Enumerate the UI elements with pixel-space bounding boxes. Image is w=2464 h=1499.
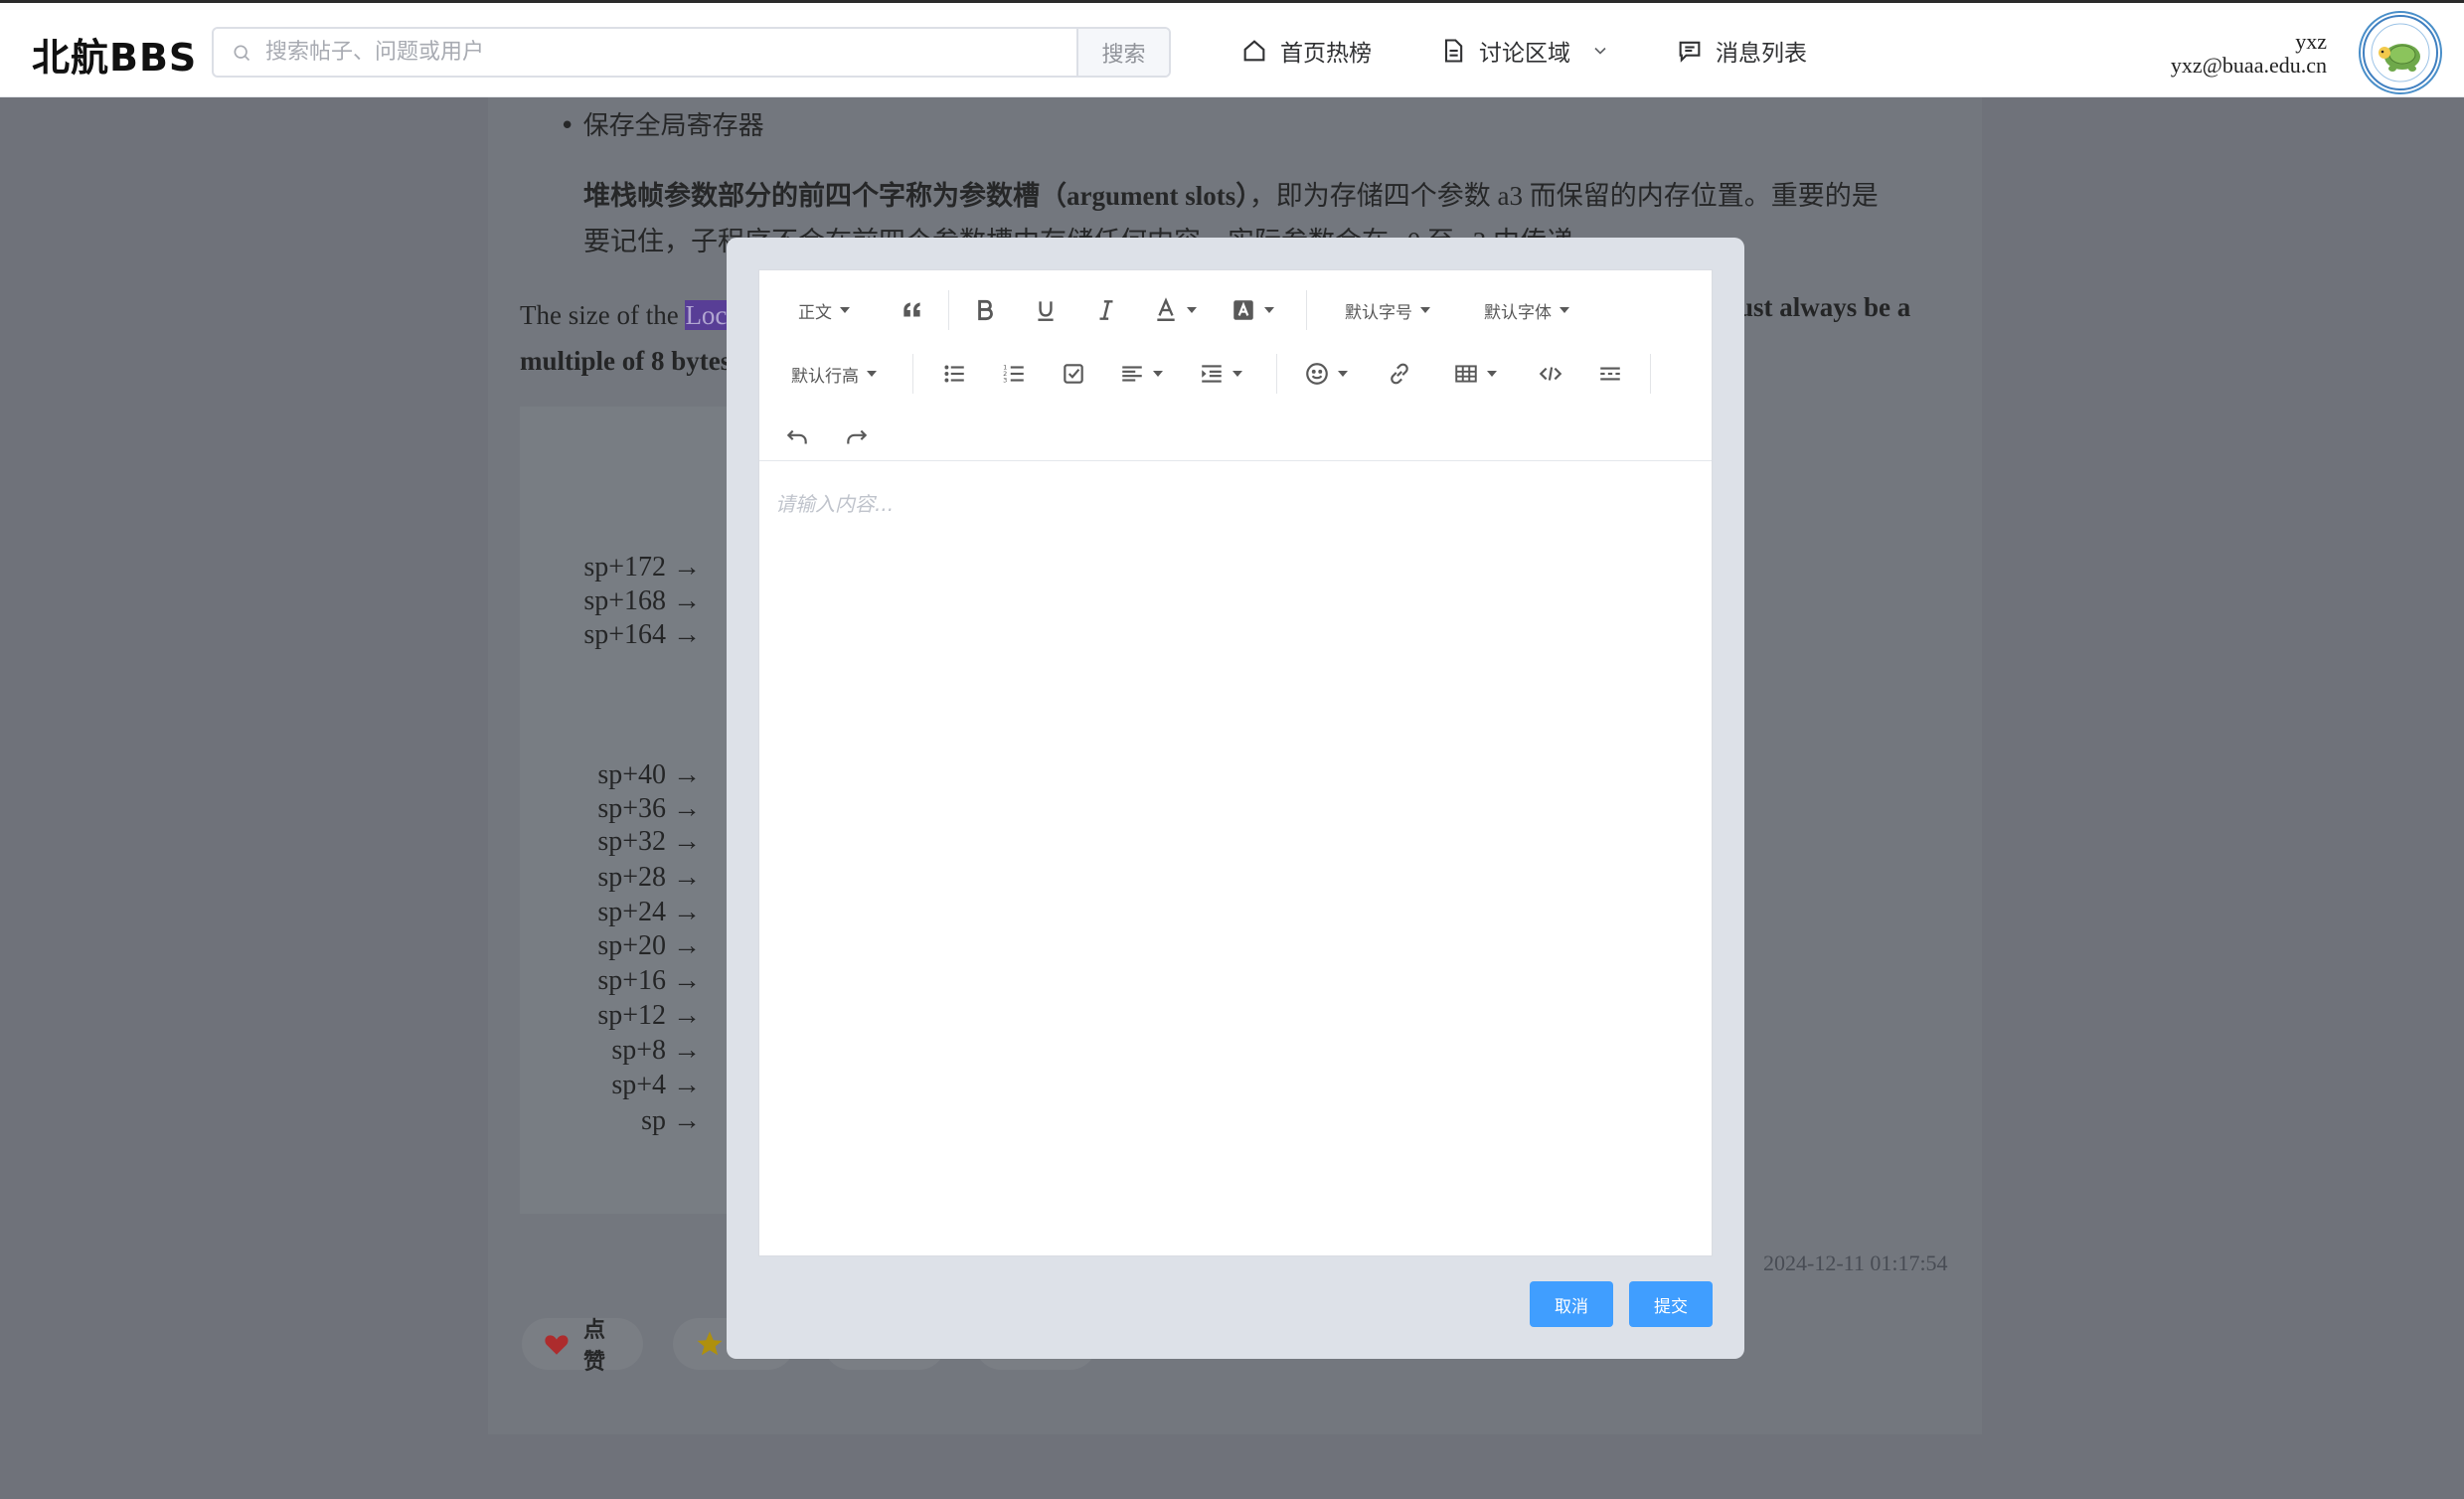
undo-button[interactable] bbox=[775, 416, 819, 459]
caret-down-icon bbox=[1420, 307, 1430, 313]
italic-button[interactable] bbox=[1084, 288, 1128, 332]
align-dropdown[interactable] bbox=[1111, 352, 1171, 396]
line-height-dropdown[interactable]: 默认行高 bbox=[779, 352, 889, 396]
bold-icon bbox=[978, 299, 993, 321]
rich-text-editor: 正文 默认字号 默认字体 默认行高 123 请输入内容... bbox=[758, 269, 1713, 1256]
editor-toolbar: 正文 默认字号 默认字体 默认行高 123 bbox=[759, 270, 1712, 461]
align-left-icon bbox=[1122, 366, 1142, 382]
link-icon bbox=[1391, 363, 1408, 385]
bold-button[interactable] bbox=[963, 288, 1007, 332]
search-input[interactable] bbox=[265, 29, 1080, 76]
caret-down-icon bbox=[1487, 371, 1497, 377]
todo-list-button[interactable] bbox=[1052, 352, 1095, 396]
caret-down-icon bbox=[867, 371, 877, 377]
checkbox-icon bbox=[1064, 364, 1083, 384]
caret-down-icon bbox=[1560, 307, 1569, 313]
home-icon bbox=[1243, 40, 1265, 62]
table-dropdown[interactable] bbox=[1445, 352, 1505, 396]
background-color-dropdown[interactable] bbox=[1223, 288, 1282, 332]
document-icon bbox=[1444, 39, 1463, 63]
font-size-label: 默认字号 bbox=[1345, 302, 1412, 323]
underline-button[interactable] bbox=[1024, 288, 1068, 332]
nav-discussion-label: 讨论区域 bbox=[1479, 41, 1570, 67]
redo-button[interactable] bbox=[835, 416, 879, 459]
search-box: 搜索 bbox=[212, 27, 1171, 78]
caret-down-icon bbox=[1338, 371, 1348, 377]
editor-content-area[interactable]: 请输入内容... bbox=[759, 462, 1712, 1255]
numbered-list-button[interactable]: 123 bbox=[992, 352, 1036, 396]
background-color-icon bbox=[1233, 300, 1253, 320]
font-family-label: 默认字体 bbox=[1484, 302, 1552, 323]
emoji-icon bbox=[1306, 363, 1328, 385]
font-family-dropdown[interactable]: 默认字体 bbox=[1467, 288, 1586, 332]
caret-down-icon bbox=[1187, 307, 1197, 313]
code-block-button[interactable] bbox=[1529, 352, 1572, 396]
code-icon bbox=[1539, 367, 1562, 381]
blockquote-button[interactable] bbox=[891, 288, 934, 332]
caret-down-icon bbox=[840, 307, 850, 313]
user-email: yxz@buaa.edu.cn bbox=[2170, 53, 2327, 78]
chevron-down-icon bbox=[1594, 47, 1606, 55]
nav-home-hot[interactable]: 首页热榜 bbox=[1240, 31, 1372, 71]
cancel-button[interactable]: 取消 bbox=[1530, 1281, 1613, 1327]
font-color-icon bbox=[1157, 297, 1175, 321]
quote-icon bbox=[903, 302, 920, 317]
toolbar-divider bbox=[948, 290, 949, 330]
italic-icon bbox=[1099, 300, 1113, 320]
nav-discussion-area[interactable]: 讨论区域 bbox=[1439, 31, 1610, 71]
toolbar-divider bbox=[1306, 290, 1307, 330]
submit-button[interactable]: 提交 bbox=[1629, 1281, 1713, 1327]
emoji-dropdown[interactable] bbox=[1296, 352, 1356, 396]
site-logo[interactable]: 北航BBS bbox=[32, 27, 197, 82]
redo-icon bbox=[847, 429, 868, 444]
reply-dialog: 正文 默认字号 默认字体 默认行高 123 请输入内容... 取消 提交 bbox=[727, 238, 1744, 1359]
indent-dropdown[interactable] bbox=[1191, 352, 1250, 396]
message-icon bbox=[1679, 41, 1701, 63]
paragraph-format-dropdown[interactable]: 正文 bbox=[779, 288, 869, 332]
horizontal-rule-icon bbox=[1600, 367, 1620, 381]
line-height-label: 默认行高 bbox=[791, 366, 859, 387]
search-button[interactable]: 搜索 bbox=[1076, 29, 1169, 76]
bullet-list-icon bbox=[944, 365, 964, 383]
undo-icon bbox=[786, 429, 807, 444]
indent-icon bbox=[1202, 365, 1222, 383]
nav-home-label: 首页热榜 bbox=[1280, 41, 1372, 67]
numbered-list-icon: 123 bbox=[1003, 364, 1024, 385]
user-name: yxz bbox=[2295, 29, 2327, 54]
top-navbar: 北航BBS 搜索 首页热榜 讨论区域 消息列表 yxz yxz@buaa.edu… bbox=[0, 0, 2464, 97]
nav-message-list[interactable]: 消息列表 bbox=[1676, 31, 1807, 71]
font-size-dropdown[interactable]: 默认字号 bbox=[1328, 288, 1447, 332]
search-icon bbox=[234, 45, 250, 62]
insert-link-button[interactable] bbox=[1378, 352, 1421, 396]
bullet-list-button[interactable] bbox=[932, 352, 976, 396]
paragraph-format-label: 正文 bbox=[798, 302, 832, 323]
caret-down-icon bbox=[1153, 371, 1163, 377]
editor-placeholder: 请输入内容... bbox=[775, 492, 895, 516]
avatar[interactable] bbox=[2359, 11, 2442, 94]
toolbar-divider bbox=[1650, 354, 1651, 394]
caret-down-icon bbox=[1232, 371, 1242, 377]
caret-down-icon bbox=[1264, 307, 1274, 313]
divider-button[interactable] bbox=[1588, 352, 1632, 396]
toolbar-divider bbox=[1276, 354, 1277, 394]
nav-message-label: 消息列表 bbox=[1716, 41, 1807, 67]
table-icon bbox=[1455, 365, 1477, 383]
turtle-logo-avatar-icon bbox=[2363, 15, 2438, 90]
svg-text:3: 3 bbox=[1003, 377, 1007, 385]
toolbar-divider bbox=[912, 354, 913, 394]
underline-icon bbox=[1038, 301, 1054, 321]
font-color-dropdown[interactable] bbox=[1145, 288, 1205, 332]
